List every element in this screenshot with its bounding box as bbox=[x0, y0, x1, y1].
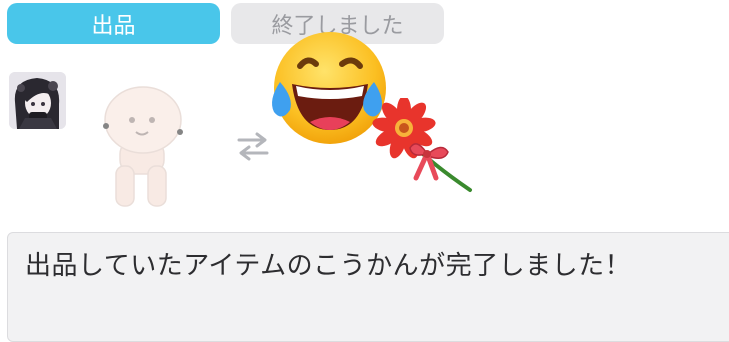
avatar[interactable] bbox=[9, 72, 66, 129]
swap-arrows-icon bbox=[236, 130, 270, 162]
tab-listing[interactable]: 出品 bbox=[7, 3, 220, 44]
message-box: 出品していたアイテムのこうかんが完了しました！ bbox=[7, 232, 729, 342]
tab-listing-label: 出品 bbox=[91, 13, 136, 39]
doll-base-item bbox=[90, 80, 190, 212]
message-text: 出品していたアイテムのこうかんが完了しました！ bbox=[25, 251, 632, 281]
flower-item bbox=[370, 96, 478, 194]
